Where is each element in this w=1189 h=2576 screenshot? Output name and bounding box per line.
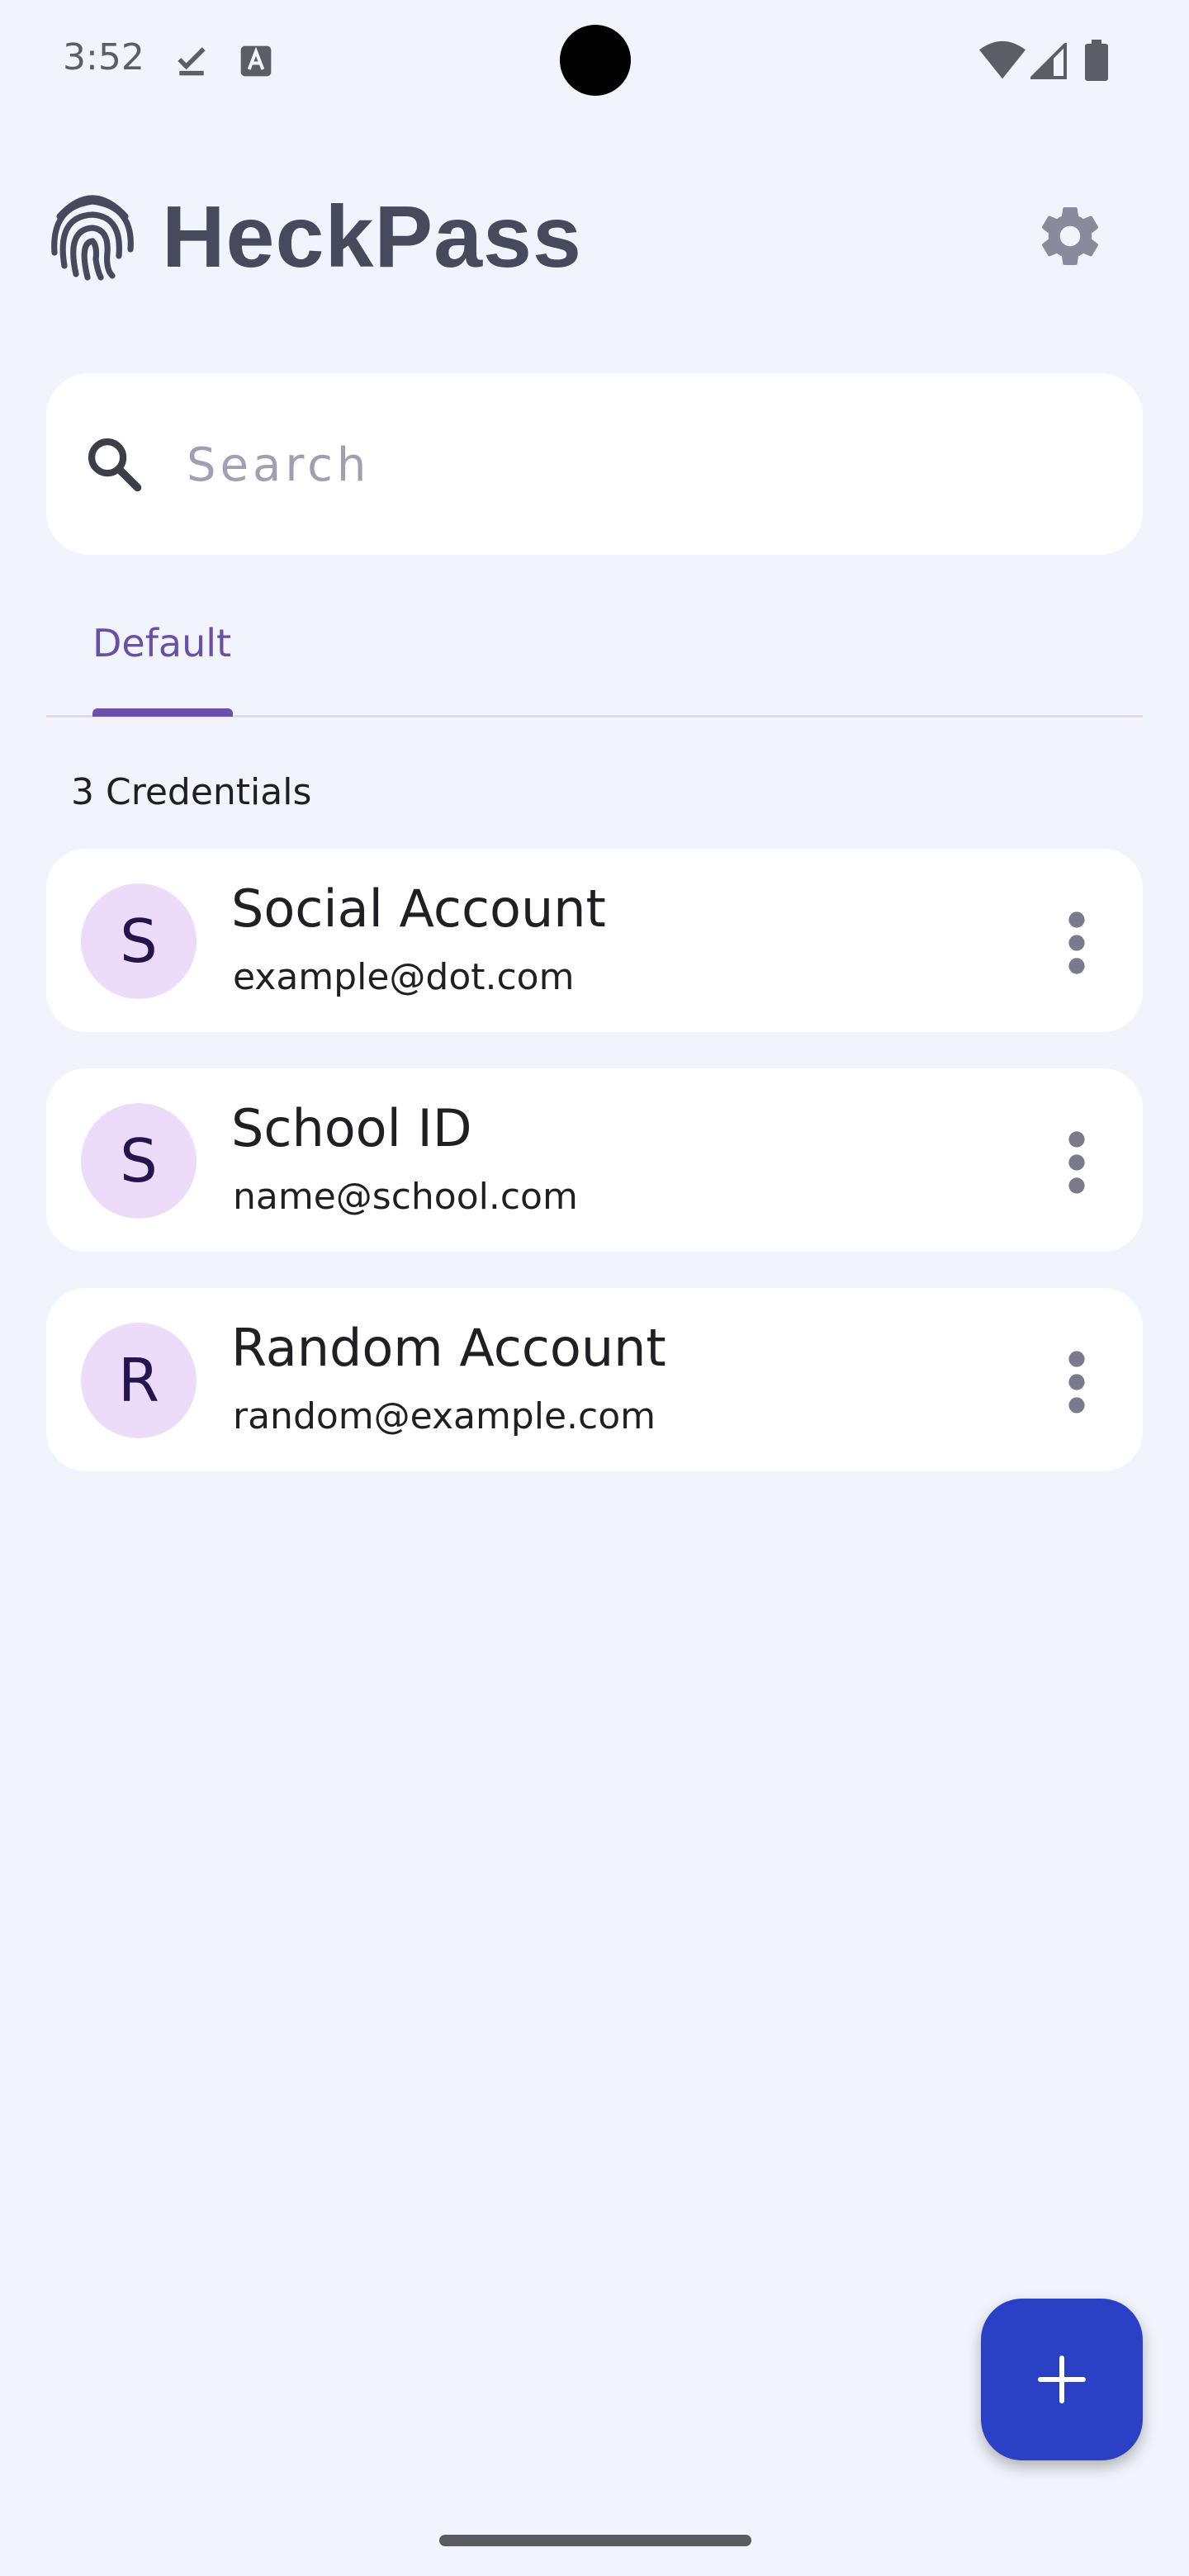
status-bar: 3:52 (0, 0, 1189, 116)
download-done-icon (178, 47, 206, 76)
credential-username: random@example.com (233, 1395, 656, 1437)
search-icon (88, 438, 142, 492)
credential-title: School ID (231, 1098, 472, 1158)
more-vert-icon[interactable] (1060, 1129, 1093, 1196)
more-vert-icon[interactable] (1060, 910, 1093, 976)
text-a-icon (240, 45, 272, 77)
cellular-signal-icon (1030, 43, 1067, 79)
tab-default[interactable]: Default (92, 621, 231, 665)
app-title: HeckPass (162, 188, 582, 286)
credential-card[interactable]: R Random Account random@example.com (46, 1288, 1143, 1471)
camera-cutout (560, 25, 631, 96)
credentials-count: 3 Credentials (71, 771, 312, 813)
more-vert-icon[interactable] (1060, 1349, 1093, 1415)
avatar: S (81, 1103, 197, 1219)
fingerprint-icon (51, 195, 134, 281)
credential-username: example@dot.com (233, 956, 575, 998)
avatar: R (81, 1323, 197, 1438)
status-time: 3:52 (63, 36, 144, 78)
avatar: S (81, 883, 197, 999)
wifi-icon (979, 40, 1026, 79)
search-input[interactable] (185, 424, 1097, 505)
credential-card[interactable]: S Social Account example@dot.com (46, 849, 1143, 1032)
plus-icon (1038, 2356, 1086, 2403)
battery-icon (1085, 40, 1108, 81)
credential-title: Social Account (231, 878, 606, 939)
credential-card[interactable]: S School ID name@school.com (46, 1068, 1143, 1252)
credential-title: Random Account (231, 1318, 666, 1378)
tab-indicator (92, 708, 233, 717)
gear-icon[interactable] (1035, 201, 1105, 271)
credential-username: name@school.com (233, 1176, 578, 1218)
add-credential-button[interactable] (981, 2299, 1143, 2460)
gesture-nav-handle[interactable] (439, 2535, 751, 2546)
